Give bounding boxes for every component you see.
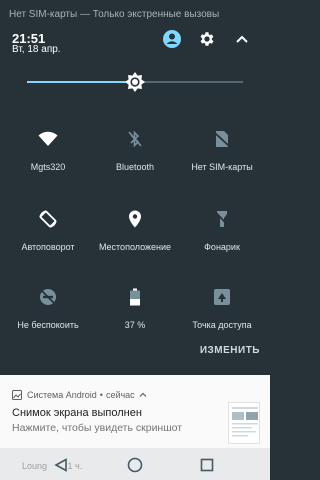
battery-icon: [124, 286, 146, 308]
collapse-chevron-up-icon[interactable]: [231, 28, 253, 50]
navigation-bar: Loung 1 ч.: [0, 448, 270, 480]
tile-label: Автоповорот: [21, 242, 75, 252]
tile-wifi[interactable]: Mgts320: [3, 120, 93, 180]
tile-label: Bluetooth: [115, 162, 155, 172]
location-icon: [124, 208, 146, 230]
tile-hotspot[interactable]: Точка доступа: [177, 278, 267, 338]
recent-apps-button-icon[interactable]: [196, 454, 218, 476]
wifi-icon: [37, 128, 59, 150]
do-not-disturb-off-icon: [37, 286, 59, 308]
no-sim-icon: [211, 128, 233, 150]
back-button-icon[interactable]: [50, 454, 72, 476]
tile-location[interactable]: Местоположение: [90, 200, 180, 260]
status-bar-text: Нет SIM-карты — Только экстренные вызовы: [9, 9, 220, 20]
tile-label: Не беспокоить: [17, 320, 79, 330]
tile-label: 37 %: [124, 320, 146, 330]
quick-settings-header: 21:51 Вт, 18 апр.: [0, 24, 270, 62]
tile-do-not-disturb[interactable]: Не беспокоить: [3, 278, 93, 338]
tile-label: Нет SIM-карты: [191, 162, 253, 172]
notification-time: сейчас: [105, 390, 135, 400]
tile-auto-rotate[interactable]: Автоповорот: [3, 200, 93, 260]
tile-label: Фонарик: [204, 242, 240, 252]
bluetooth-off-icon: [124, 128, 146, 150]
tile-flashlight[interactable]: Фонарик: [177, 200, 267, 260]
date: Вт, 18 апр.: [12, 44, 61, 55]
auto-rotate-icon: [37, 208, 59, 230]
brightness-slider[interactable]: [0, 64, 270, 100]
tile-label: Mgts320: [30, 162, 66, 172]
tile-sim[interactable]: Нет SIM-карты: [177, 120, 267, 180]
tile-label: Местоположение: [98, 242, 172, 252]
notification-header: Система Android • сейчас: [12, 390, 147, 400]
tile-battery[interactable]: 37 %: [90, 278, 180, 338]
home-button-icon[interactable]: [124, 454, 146, 476]
notification-app-name: Система Android: [27, 390, 97, 400]
user-avatar-icon[interactable]: [161, 28, 183, 50]
flashlight-off-icon: [211, 208, 233, 230]
notification-text: Нажмите, чтобы увидеть скриншот: [12, 422, 183, 434]
expand-chevron-icon: [139, 392, 147, 397]
brightness-thumb-icon[interactable]: [124, 71, 146, 93]
screenshot-thumbnail[interactable]: [228, 402, 260, 444]
tile-bluetooth[interactable]: Bluetooth: [90, 120, 180, 180]
notification-card[interactable]: Система Android • сейчас Снимок экрана в…: [0, 375, 270, 455]
hotspot-off-icon: [211, 286, 233, 308]
tile-label: Точка доступа: [192, 320, 252, 330]
brightness-fill: [27, 81, 135, 83]
edit-tiles-button[interactable]: ИЗМЕНИТЬ: [200, 345, 260, 356]
notification-title: Снимок экрана выполнен: [12, 407, 142, 419]
settings-gear-icon[interactable]: [196, 28, 218, 50]
screenshot-app-icon: [12, 390, 22, 400]
